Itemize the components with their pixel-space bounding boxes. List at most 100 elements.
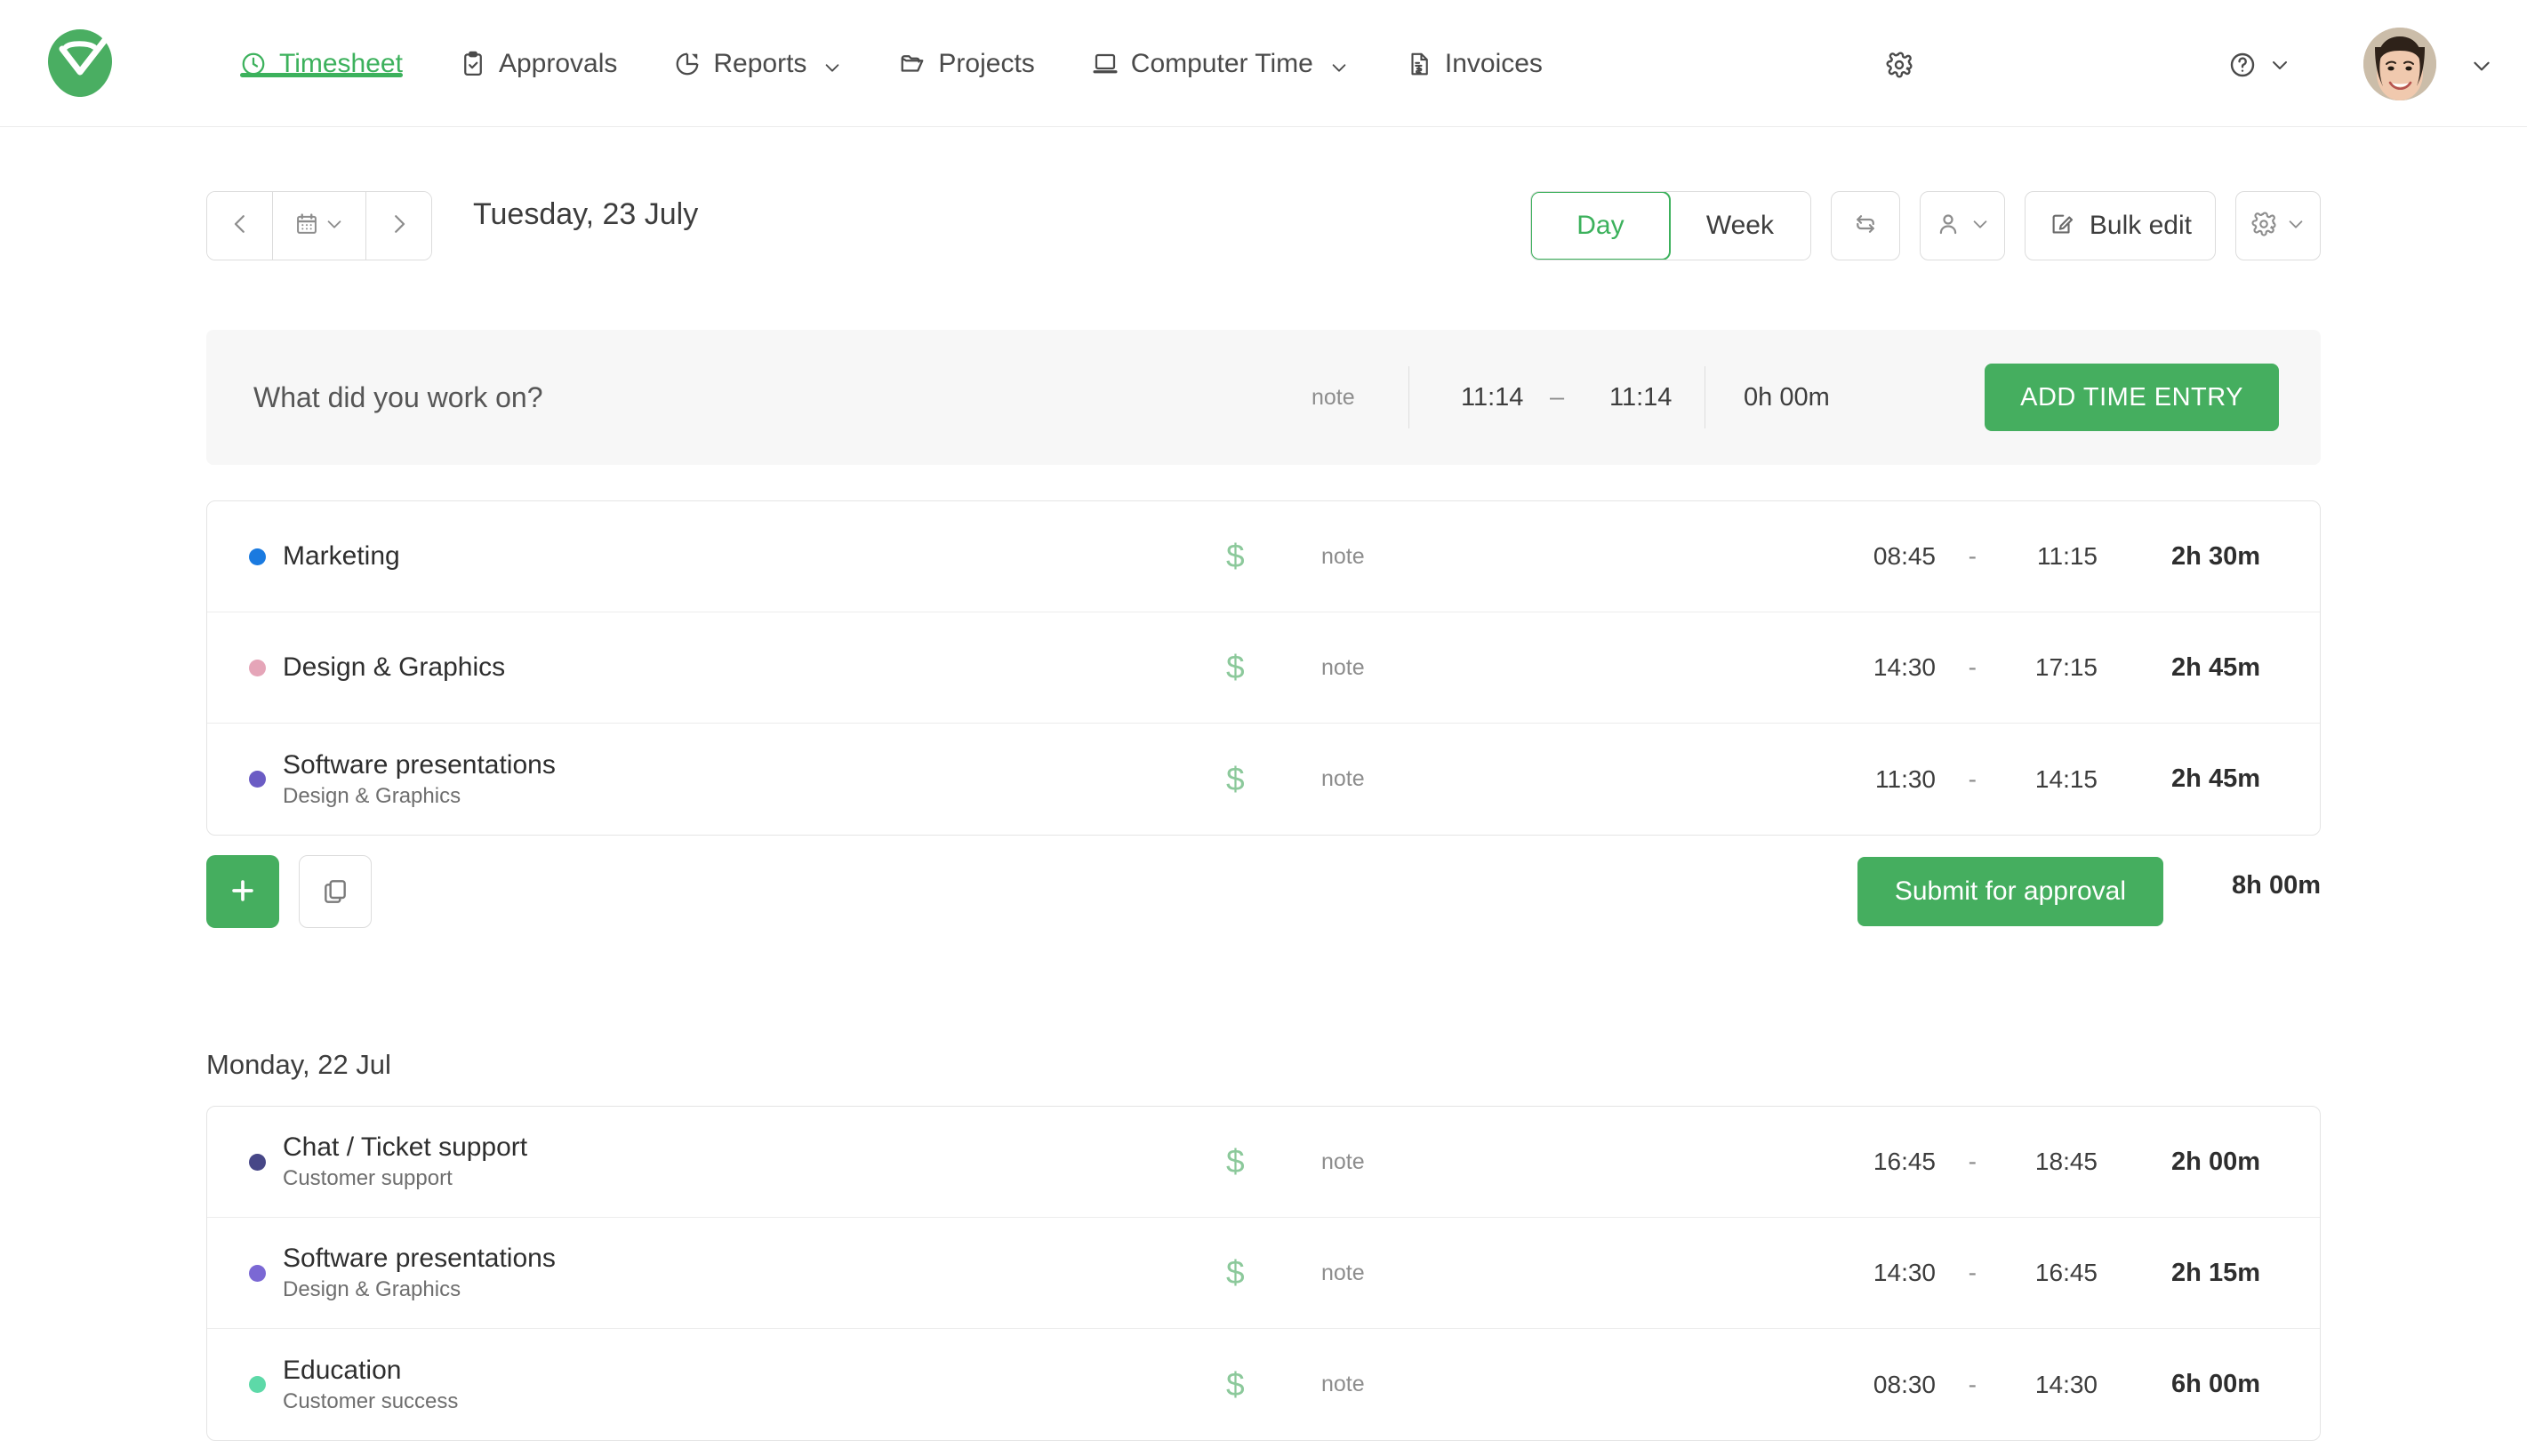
nav-item-invoices[interactable]: Invoices — [1377, 0, 1571, 127]
entry-duration[interactable]: 2h 15m — [2171, 1259, 2260, 1288]
entry-title[interactable]: Software presentations — [283, 750, 556, 780]
bulk-edit-button[interactable]: Bulk edit — [2024, 191, 2216, 260]
entry-end-time[interactable]: 14:30 — [1991, 1371, 2098, 1399]
entry-duration[interactable]: 2h 30m — [2171, 542, 2260, 572]
timer-end-time[interactable]: 11:14 — [1609, 383, 1672, 412]
submit-for-approval-button[interactable]: Submit for approval — [1857, 857, 2163, 926]
entry-start-time[interactable]: 14:30 — [1829, 1259, 1936, 1287]
add-row-button[interactable] — [206, 855, 279, 928]
timer-description-input[interactable]: What did you work on? — [253, 381, 543, 414]
timer-time-dash: – — [1550, 382, 1565, 412]
entry-duration[interactable]: 6h 00m — [2171, 1370, 2260, 1399]
entry-start-time[interactable]: 16:45 — [1829, 1148, 1936, 1176]
nav-item-reports[interactable]: Reports — [646, 0, 870, 127]
entry-start-time[interactable]: 08:45 — [1829, 542, 1936, 571]
entry-note-input[interactable]: note — [1321, 1149, 1365, 1175]
previous-day-button[interactable] — [207, 192, 272, 260]
gear-icon — [2250, 211, 2277, 242]
entry-duration[interactable]: 2h 45m — [2171, 764, 2260, 794]
entry-time-dash: - — [1968, 1259, 1977, 1286]
entry-end-time[interactable]: 14:15 — [1991, 765, 2098, 794]
entry-name-group: Software presentations Design & Graphics — [283, 750, 556, 809]
table-row[interactable]: Software presentations Design & Graphics… — [207, 1218, 2320, 1329]
refresh-sync-icon — [1852, 211, 1879, 242]
dollar-sign-icon[interactable]: $ — [1226, 761, 1245, 798]
entry-name-group: Software presentations Design & Graphics — [283, 1244, 556, 1302]
nav-settings-button[interactable] — [1885, 0, 1913, 127]
dollar-sign-icon[interactable]: $ — [1226, 1366, 1245, 1404]
table-row[interactable]: Education Customer success $ note 08:30 … — [207, 1329, 2320, 1440]
gear-icon — [1885, 51, 1913, 77]
entry-note-input[interactable]: note — [1321, 544, 1365, 570]
entry-project-name[interactable]: Design & Graphics — [283, 784, 556, 809]
entry-duration[interactable]: 2h 00m — [2171, 1148, 2260, 1177]
nav-item-timesheet[interactable]: Timesheet — [212, 0, 431, 127]
chevron-down-icon — [822, 54, 842, 74]
entry-title[interactable]: Software presentations — [283, 1244, 556, 1274]
entry-start-time[interactable]: 14:30 — [1829, 653, 1936, 682]
dollar-sign-icon[interactable]: $ — [1226, 1143, 1245, 1180]
timer-duration[interactable]: 0h 00m — [1744, 383, 1830, 412]
dollar-sign-icon[interactable]: $ — [1226, 538, 1245, 575]
entry-duration[interactable]: 2h 45m — [2171, 653, 2260, 683]
project-color-dot — [249, 771, 266, 788]
entry-end-time[interactable]: 11:15 — [1991, 542, 2098, 571]
nav-right-cluster — [2207, 0, 2497, 127]
project-color-dot — [249, 1376, 266, 1393]
laptop-icon — [1092, 51, 1119, 77]
app-logo[interactable] — [43, 26, 117, 100]
user-filter-button[interactable] — [1919, 191, 2005, 260]
clipboard-check-icon — [460, 51, 486, 77]
table-row[interactable]: Software presentations Design & Graphics… — [207, 724, 2320, 835]
entry-title[interactable]: Chat / Ticket support — [283, 1132, 527, 1163]
avatar[interactable] — [2363, 27, 2436, 100]
nav-item-projects[interactable]: Projects — [870, 0, 1063, 127]
entry-project-name[interactable]: Customer support — [283, 1166, 527, 1191]
timesheet-settings-button[interactable] — [2235, 191, 2321, 260]
refresh-button[interactable] — [1830, 191, 1900, 260]
entry-project-name[interactable]: Customer success — [283, 1389, 458, 1414]
entry-note-input[interactable]: note — [1321, 766, 1365, 792]
add-time-entry-button[interactable]: ADD TIME ENTRY — [1985, 364, 2279, 431]
chevron-down-icon — [325, 214, 344, 238]
help-menu-button[interactable] — [2207, 51, 2310, 77]
entry-project-name[interactable]: Design & Graphics — [283, 1277, 556, 1302]
nav-item-approvals[interactable]: Approvals — [431, 0, 646, 127]
nav-item-computer-time[interactable]: Computer Time — [1063, 0, 1377, 127]
project-color-dot — [249, 1153, 266, 1171]
timer-note-input[interactable]: note — [1312, 385, 1355, 411]
view-mode-day[interactable]: Day — [1530, 192, 1671, 260]
timer-start-time[interactable]: 11:14 — [1461, 383, 1523, 412]
nav-label-computer-time: Computer Time — [1130, 48, 1313, 78]
entry-note-input[interactable]: note — [1321, 1372, 1365, 1397]
entry-start-time[interactable]: 08:30 — [1829, 1371, 1936, 1399]
entry-title[interactable]: Marketing — [283, 541, 400, 572]
entry-title[interactable]: Design & Graphics — [283, 652, 505, 683]
entry-end-time[interactable]: 16:45 — [1991, 1259, 2098, 1287]
chevron-down-icon — [2286, 214, 2306, 238]
nav-label-reports: Reports — [713, 48, 807, 78]
table-row[interactable]: Design & Graphics $ note 14:30 - 17:15 2… — [207, 612, 2320, 724]
bulk-edit-label: Bulk edit — [2089, 211, 2192, 240]
table-row[interactable]: Marketing $ note 08:45 - 11:15 2h 30m — [207, 501, 2320, 612]
table-row[interactable]: Chat / Ticket support Customer support $… — [207, 1107, 2320, 1218]
project-color-dot — [249, 548, 266, 565]
toolbar-right-actions: Day Week Bulk edit — [1529, 191, 2321, 260]
entry-note-input[interactable]: note — [1321, 655, 1365, 681]
question-circle-icon — [2228, 51, 2255, 77]
entry-end-time[interactable]: 18:45 — [1991, 1148, 2098, 1176]
dollar-sign-icon[interactable]: $ — [1226, 649, 1245, 686]
next-day-button[interactable] — [366, 192, 431, 260]
calendar-picker-button[interactable] — [272, 192, 366, 260]
chevron-down-icon[interactable] — [2470, 54, 2490, 74]
view-mode-week[interactable]: Week — [1669, 192, 1810, 260]
entry-note-input[interactable]: note — [1321, 1260, 1365, 1286]
entry-end-time[interactable]: 17:15 — [1991, 653, 2098, 682]
dollar-sign-icon[interactable]: $ — [1226, 1254, 1245, 1292]
entry-title[interactable]: Education — [283, 1356, 458, 1386]
time-entry-list-day-1: Marketing $ note 08:45 - 11:15 2h 30m De… — [206, 500, 2321, 836]
duplicate-row-button[interactable] — [299, 855, 372, 928]
entry-start-time[interactable]: 11:30 — [1829, 765, 1936, 794]
folder-icon — [899, 51, 926, 77]
nav-label-projects: Projects — [938, 48, 1035, 78]
